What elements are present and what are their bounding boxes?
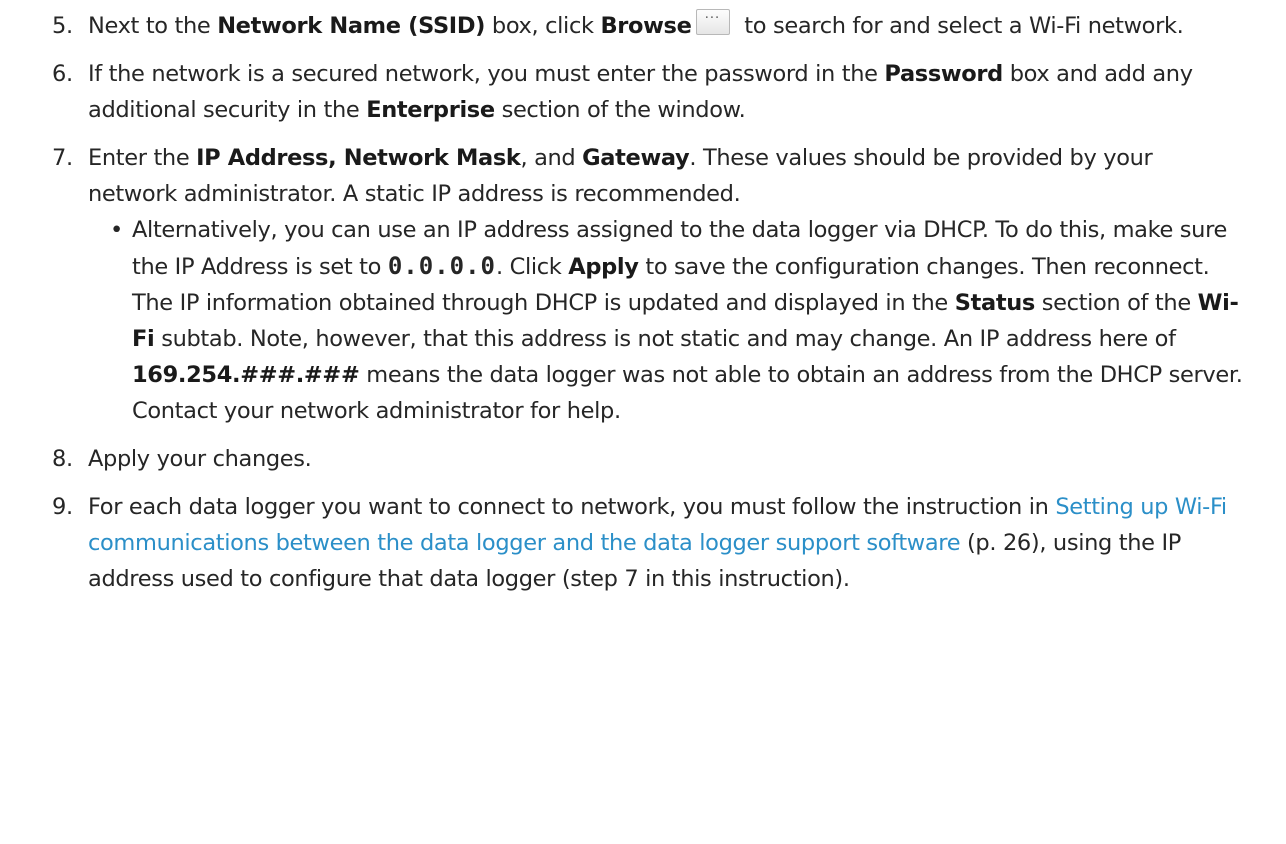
step-text: Apply your changes. [88, 446, 312, 472]
step-7-sub-bullet: • Alternatively, you can use an IP addre… [88, 212, 1246, 429]
step-7: 7. Enter the IP Address, Network Mask, a… [52, 140, 1246, 429]
text-segment: . Click [496, 254, 569, 280]
ui-term-apply: Apply [568, 254, 639, 280]
step-text: If the network is a secured network, you… [88, 56, 1246, 128]
step-5: 5. Next to the Network Name (SSID) box, … [52, 8, 1246, 44]
ip-code-zero: 0.0.0.0 [387, 252, 497, 280]
step-8: 8. Apply your changes. [52, 441, 1246, 477]
step-number: 9. [52, 494, 73, 520]
ui-term-ssid: Network Name (SSID) [217, 13, 486, 39]
ui-term-status: Status [954, 290, 1036, 316]
text-segment: , and [520, 145, 583, 171]
step-text: Next to the Network Name (SSID) box, cli… [88, 8, 1246, 44]
text-segment: section of the window. [494, 97, 746, 123]
ellipsis-icon: ··· [704, 11, 721, 26]
step-number: 7. [52, 145, 73, 171]
text-segment: section of the [1034, 290, 1198, 316]
step-text: For each data logger you want to connect… [88, 489, 1246, 597]
ui-term-password: Password [884, 61, 1003, 87]
text-segment: subtab. Note, however, that this address… [154, 326, 1176, 352]
step-6: 6. If the network is a secured network, … [52, 56, 1246, 128]
text-segment: box, click [485, 13, 601, 39]
ip-link-local: 169.254.###.### [132, 362, 360, 388]
instruction-page: 5. Next to the Network Name (SSID) box, … [0, 0, 1286, 844]
step-number: 6. [52, 61, 73, 87]
ui-term-gateway: Gateway [582, 145, 690, 171]
step-number: 5. [52, 13, 73, 39]
step-number: 8. [52, 446, 73, 472]
text-segment: Next to the [88, 13, 218, 39]
text-segment: Enter the [88, 145, 197, 171]
bullet-icon: • [110, 217, 123, 243]
text-segment: For each data logger you want to connect… [88, 494, 1056, 520]
ui-term-enterprise: Enterprise [366, 97, 495, 123]
ui-term-browse: Browse [600, 13, 692, 39]
step-text: Enter the IP Address, Network Mask, and … [88, 140, 1246, 212]
text-segment: If the network is a secured network, you… [88, 61, 885, 87]
text-segment: to search for and select a Wi-Fi network… [737, 13, 1184, 39]
browse-button-icon: ··· [695, 9, 730, 35]
step-9: 9. For each data logger you want to conn… [52, 489, 1246, 597]
ui-term-ip-address-network-mask: IP Address, Network Mask [196, 145, 521, 171]
